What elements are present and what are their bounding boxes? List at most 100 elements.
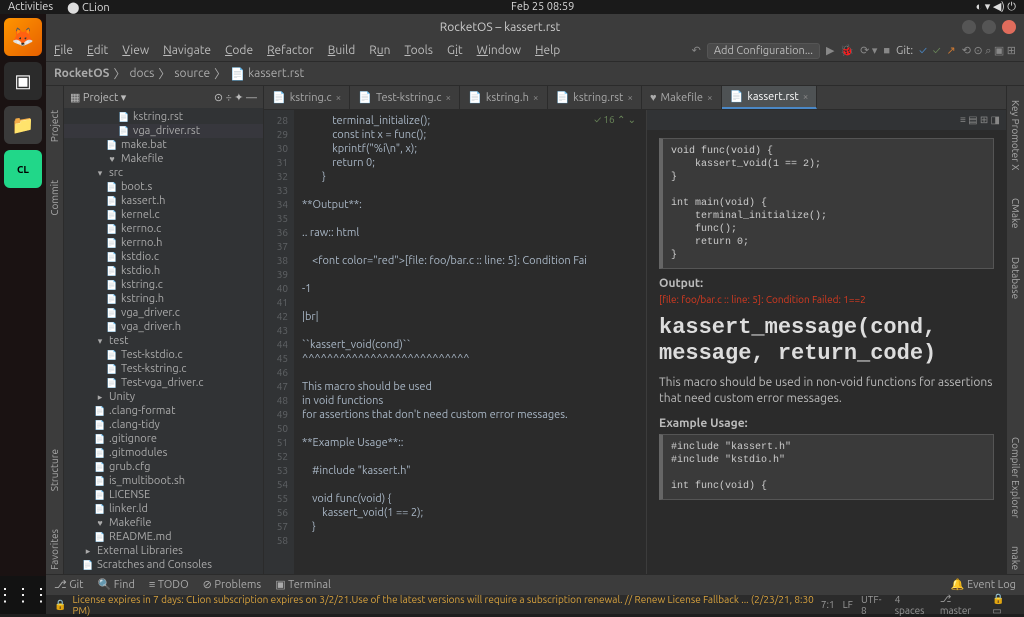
tool-make[interactable]: make <box>1010 542 1021 574</box>
menu-edit[interactable]: Edit <box>87 44 108 57</box>
tool-keypromoter[interactable]: Key Promoter X <box>1010 96 1021 174</box>
tool-commit[interactable]: Commit <box>49 176 60 220</box>
tool-project[interactable]: Project <box>49 106 60 146</box>
tree-row[interactable]: 📄kstdio.h <box>64 264 263 278</box>
code-editor[interactable]: ✓ 16 ⌃ ⌄ 28 29 30 31 32 33 34 35 36 37 3… <box>264 110 646 574</box>
tool-database[interactable]: Database <box>1010 253 1021 303</box>
line-ending[interactable]: LF <box>843 599 853 610</box>
tree-row[interactable]: 📄kstring.rst <box>64 110 263 124</box>
editor-tab[interactable]: ♥ Makefile × <box>642 86 722 109</box>
topbar-status-icons[interactable]: ◐ ▾ ◀) ⏻ <box>976 0 1016 14</box>
tree-row[interactable]: 📄is_multiboot.sh <box>64 474 263 488</box>
tree-row[interactable]: 📄kstdio.c <box>64 250 263 264</box>
preview-desc: This macro should be used in non-void fu… <box>659 375 994 407</box>
menu-tools[interactable]: Tools <box>405 44 434 57</box>
window-minimize[interactable] <box>962 20 976 34</box>
tool-todo[interactable]: ≡ TODO <box>149 579 189 591</box>
tool-favorites[interactable]: Favorites <box>49 525 60 574</box>
breadcrumb[interactable]: 📄 kassert.rst <box>230 67 304 81</box>
menu-git[interactable]: Git <box>447 44 463 57</box>
tree-row[interactable]: 📄make.bat <box>64 138 263 152</box>
editor-tab[interactable]: 📄 kassert.rst × <box>722 86 818 109</box>
license-warning[interactable]: License expires in 7 days: CLion subscri… <box>72 594 820 616</box>
caret-position[interactable]: 7:1 <box>821 599 835 610</box>
tree-row[interactable]: 📄README.md <box>64 530 263 544</box>
window-close[interactable] <box>1002 20 1016 34</box>
project-tree[interactable]: 📄kstring.rst📄vga_driver.rst📄make.bat♥Mak… <box>64 108 263 574</box>
tree-row[interactable]: 📄Scratches and Consoles <box>64 558 263 572</box>
tool-compiler-explorer[interactable]: Compiler Explorer <box>1010 433 1021 522</box>
tool-problems[interactable]: ⊘ Problems <box>203 578 262 591</box>
menu-window[interactable]: Window <box>477 44 521 57</box>
tree-row[interactable]: ♥Makefile <box>64 152 263 166</box>
tool-git[interactable]: ⎇ Git <box>54 578 84 591</box>
editor-tab[interactable]: 📄 kstring.h × <box>460 86 547 109</box>
tree-row[interactable]: 📄boot.s <box>64 180 263 194</box>
preview-error-line: [file: foo/bar.c :: line: 5]: Condition … <box>659 294 994 305</box>
tree-row[interactable]: ▸External Libraries <box>64 544 263 558</box>
inspection-hint[interactable]: ✓ 16 ⌃ ⌄ <box>594 114 636 126</box>
menu-refactor[interactable]: Refactor <box>267 44 314 57</box>
menu-navigate[interactable]: Navigate <box>163 44 211 57</box>
debug-icon[interactable]: 🐞 <box>840 44 854 57</box>
tool-structure[interactable]: Structure <box>49 445 60 495</box>
editor-tab[interactable]: 📄 Test-kstring.c × <box>350 86 460 109</box>
tool-find[interactable]: 🔍 Find <box>98 578 135 591</box>
window-titlebar: RocketOS – kassert.rst <box>46 14 1024 40</box>
tool-terminal[interactable]: ▣ Terminal <box>275 578 331 591</box>
tree-row[interactable]: 📄kernel.c <box>64 208 263 222</box>
tree-row[interactable]: 📄kerrno.h <box>64 236 263 250</box>
menu-file[interactable]: File <box>54 44 73 57</box>
breadcrumb[interactable]: RocketOS <box>54 67 109 80</box>
tree-row[interactable]: 📄Test-kstdio.c <box>64 348 263 362</box>
dock-clion[interactable]: CL <box>4 150 42 188</box>
project-dropdown[interactable]: ▦ Project ▾ <box>70 91 126 104</box>
menu-code[interactable]: Code <box>225 44 253 57</box>
tree-row[interactable]: ▾test <box>64 334 263 348</box>
tree-row[interactable]: 📄LICENSE <box>64 488 263 502</box>
tree-row[interactable]: 📄kstring.c <box>64 278 263 292</box>
project-settings-icon[interactable]: ⊙ ÷ ✦ — <box>214 91 257 104</box>
menu-run[interactable]: Run <box>369 44 390 57</box>
tree-row[interactable]: 📄kstring.h <box>64 292 263 306</box>
run-icon[interactable]: ▶ <box>826 44 834 57</box>
editor-tab[interactable]: 📄 kstring.c × <box>264 86 350 109</box>
tree-row[interactable]: 📄vga_driver.rst <box>64 124 263 138</box>
editor-tab[interactable]: 📄 kstring.rst × <box>548 86 642 109</box>
dock-apps[interactable]: ⋮⋮⋮ <box>4 576 42 614</box>
tool-cmake[interactable]: CMake <box>1010 194 1021 232</box>
git-branch[interactable]: ⎇ master <box>940 593 984 616</box>
tree-row[interactable]: 📄.clang-format <box>64 404 263 418</box>
menu-view[interactable]: View <box>122 44 149 57</box>
breadcrumb[interactable]: docs <box>129 67 154 80</box>
preview-toolbar[interactable]: ≡ ▤ ⊞ ◨ <box>960 114 1000 126</box>
menu-help[interactable]: Help <box>535 44 560 57</box>
topbar-app[interactable]: ⬤ CLion <box>67 1 110 14</box>
tree-row[interactable]: 📄vga_driver.h <box>64 320 263 334</box>
tree-row[interactable]: 📄.gitignore <box>64 432 263 446</box>
tree-row[interactable]: 📄kassert.h <box>64 194 263 208</box>
dock-firefox[interactable]: 🦊 <box>4 18 42 56</box>
indent[interactable]: 4 spaces <box>895 594 932 616</box>
encoding[interactable]: UTF-8 <box>861 594 887 616</box>
tree-row[interactable]: ♥Makefile <box>64 516 263 530</box>
status-pad-icon[interactable]: 🔒 ▭ <box>992 593 1016 617</box>
menu-build[interactable]: Build <box>328 44 356 57</box>
tree-row[interactable]: 📄.clang-tidy <box>64 418 263 432</box>
tree-row[interactable]: 📄kerrno.c <box>64 222 263 236</box>
window-maximize[interactable] <box>982 20 996 34</box>
dock-terminal[interactable]: ▣ <box>4 62 42 100</box>
tree-row[interactable]: 📄Test-kstring.c <box>64 362 263 376</box>
add-configuration[interactable]: Add Configuration... <box>707 43 820 59</box>
dock-files[interactable]: 📁 <box>4 106 42 144</box>
tree-row[interactable]: 📄grub.cfg <box>64 460 263 474</box>
activities[interactable]: Activities <box>8 1 53 13</box>
tree-row[interactable]: 📄linker.ld <box>64 502 263 516</box>
tree-row[interactable]: 📄.gitmodules <box>64 446 263 460</box>
event-log[interactable]: 🔔 Event Log <box>951 578 1016 591</box>
tree-row[interactable]: ▾src <box>64 166 263 180</box>
tree-row[interactable]: ▸Unity <box>64 390 263 404</box>
tree-row[interactable]: 📄Test-vga_driver.c <box>64 376 263 390</box>
tree-row[interactable]: 📄vga_driver.c <box>64 306 263 320</box>
breadcrumb[interactable]: source <box>174 67 210 80</box>
